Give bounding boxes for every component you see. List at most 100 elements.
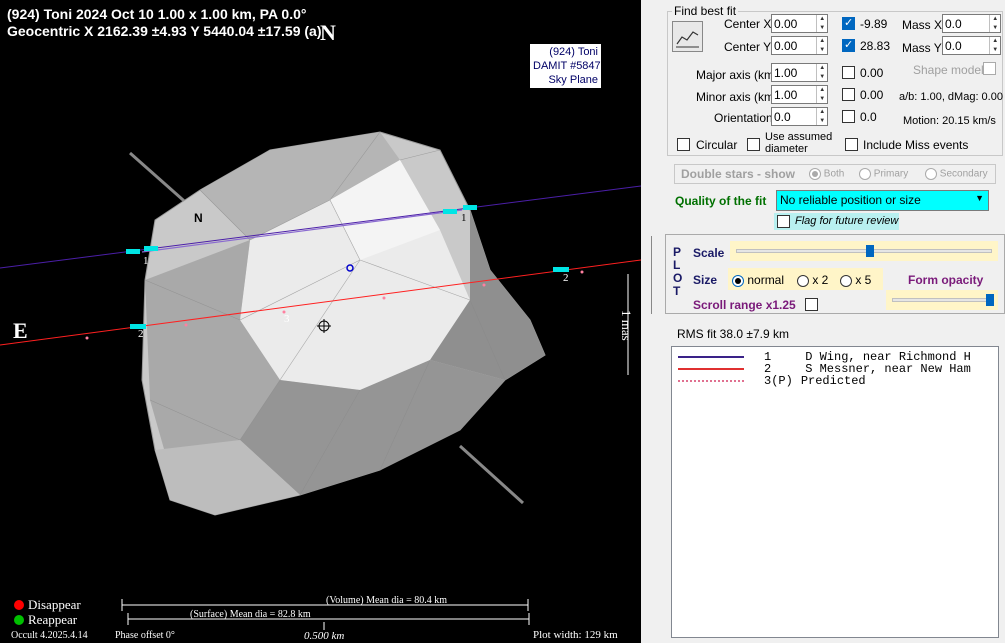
list-item[interactable]: 3(P) Predicted [678,375,971,387]
form-opacity-slider[interactable] [886,290,998,310]
include-miss-checkbox[interactable] [845,138,858,151]
size-x2-radio[interactable] [797,274,809,287]
size-x5-radio[interactable] [840,274,852,287]
mass-y-spinner[interactable]: ▲▼ [942,36,1001,55]
minor-axis-label: Minor axis (km) [696,90,779,104]
shape-model-label: Shape model [913,63,984,77]
chevron-down-icon[interactable]: ▼ [975,193,984,203]
center-x-spinner[interactable]: ▲▼ [771,14,828,33]
spinner-arrows-icon[interactable]: ▲ ▼ [816,64,827,81]
north-label: N [320,20,336,45]
scroll-range-label: Scroll range x1.25 [693,298,796,312]
north-small-label: N [194,211,203,225]
chord-label-2a: 2 [138,328,144,340]
major-axis-result: 0.00 [860,66,884,80]
plot-title: (924) Toni 2024 Oct 10 1.00 x 1.00 km, P… [7,6,307,22]
spinner-arrows-icon[interactable]: ▲ ▼ [989,15,1000,32]
size-normal-radio[interactable] [732,274,744,287]
shape-model-checkbox[interactable] [983,62,996,75]
form-opacity-thumb[interactable] [986,294,994,306]
ab-dmag-text: a/b: 1.00, dMag: 0.00 [899,91,1003,103]
fit-graph-icon [676,31,699,48]
orientation-label: Orientation [714,111,773,125]
center-y-label: Center Y [724,40,772,54]
flag-review-checkbox[interactable] [777,215,790,228]
circular-checkbox[interactable] [677,138,690,151]
plot-divider [651,236,656,314]
spinner-arrows-icon[interactable]: ▲ ▼ [989,37,1000,54]
rms-fit-label: RMS fit 38.0 ±7.9 km [677,327,789,341]
center-y-spinner[interactable]: ▲▼ [771,36,828,55]
major-axis-input[interactable] [772,64,817,81]
center-x-result: -9.89 [860,17,888,31]
form-opacity-label: Form opacity [908,273,984,287]
reappear-dot-icon [14,615,24,625]
spinner-arrows-icon[interactable]: ▲ ▼ [816,37,827,54]
orientation-spinner[interactable]: ▲▼ [771,107,828,126]
minor-axis-input[interactable] [772,86,817,103]
chord-1-swatch [678,355,744,358]
plot-geocentric: Geocentric X 2162.39 ±4.93 Y 5440.04 ±17… [7,23,322,39]
chord-3-swatch [678,379,744,382]
both-option[interactable]: Both [809,168,844,180]
minor-axis-checkbox[interactable] [842,88,855,101]
double-stars-label: Double stars - show [681,167,796,181]
scale-slider[interactable] [730,241,998,261]
mass-y-input[interactable] [943,37,990,54]
include-miss-label: Include Miss events [863,138,969,152]
chord-list[interactable]: 1D Wing, near Richmond H 2S Messner, nea… [671,346,999,638]
surface-dia-label: (Surface) Mean dia = 82.8 km [190,609,311,620]
spinner-arrows-icon[interactable]: ▲ ▼ [816,15,827,32]
orientation-result: 0.0 [860,110,877,124]
phase-offset-label: Phase offset 0° [115,630,175,641]
use-assumed-checkbox[interactable] [747,138,760,151]
both-radio[interactable] [809,168,821,180]
motion-text: Motion: 20.15 km/s [903,115,996,127]
spinner-arrows-icon[interactable]: ▲ ▼ [816,108,827,125]
minor-axis-spinner[interactable]: ▲▼ [771,85,828,104]
mass-x-input[interactable] [943,15,990,32]
plot-vertical-label: PLOT [673,245,683,298]
size-normal-option[interactable]: normal [732,273,784,287]
center-x-input[interactable] [772,15,817,32]
scale-slider-track [736,249,992,253]
reappear-legend: Reappear [14,612,77,628]
form-opacity-track [892,298,992,302]
size-x5-option[interactable]: x 5 [840,273,871,287]
center-x-label: Center X [724,17,772,31]
orientation-input[interactable] [772,108,817,125]
major-axis-checkbox[interactable] [842,66,855,79]
primary-option[interactable]: Primary [859,168,908,180]
chord-label-1b: 1 [461,212,467,224]
primary-radio[interactable] [859,168,871,180]
secondary-option[interactable]: Secondary [925,168,988,180]
orientation-checkbox[interactable] [842,110,855,123]
occultation-plot[interactable]: 1 1 2 2 3 N (924) Toni 2024 Oct 10 1.00 … [0,0,641,643]
disappear-dot-icon [14,600,24,610]
volume-dia-label: (Volume) Mean dia = 80.4 km [326,595,447,606]
use-assumed-label: Use assumed diameter [765,131,833,155]
scroll-range-checkbox[interactable] [805,298,818,311]
center-y-checkbox[interactable] [842,38,855,52]
legend-plane: Sky Plane [548,74,598,86]
size-x2-option[interactable]: x 2 [797,273,828,287]
center-y-input[interactable] [772,37,817,54]
mass-x-spinner[interactable]: ▲▼ [942,14,1001,33]
fit-graph-button[interactable] [672,21,703,52]
flag-review-label: Flag for future review [795,215,899,227]
east-label: E [13,318,28,343]
major-axis-spinner[interactable]: ▲▼ [771,63,828,82]
chord-label-2b: 2 [563,272,569,284]
quality-dropdown[interactable]: No reliable position or size ▼ [776,190,989,211]
secondary-radio[interactable] [925,168,937,180]
chord-2-swatch [678,367,744,370]
spinner-arrows-icon[interactable]: ▲ ▼ [816,86,827,103]
quality-value: No reliable position or size [780,193,921,207]
plot-width-label: Plot width: 129 km [533,629,618,641]
center-y-result: 28.83 [860,39,891,53]
chord-label-1a: 1 [143,255,149,267]
mass-x-label: Mass X [902,18,943,32]
scale-slider-thumb[interactable] [866,245,874,257]
center-x-checkbox[interactable] [842,16,855,30]
chord-list-rows: 1D Wing, near Richmond H 2S Messner, nea… [678,351,971,387]
